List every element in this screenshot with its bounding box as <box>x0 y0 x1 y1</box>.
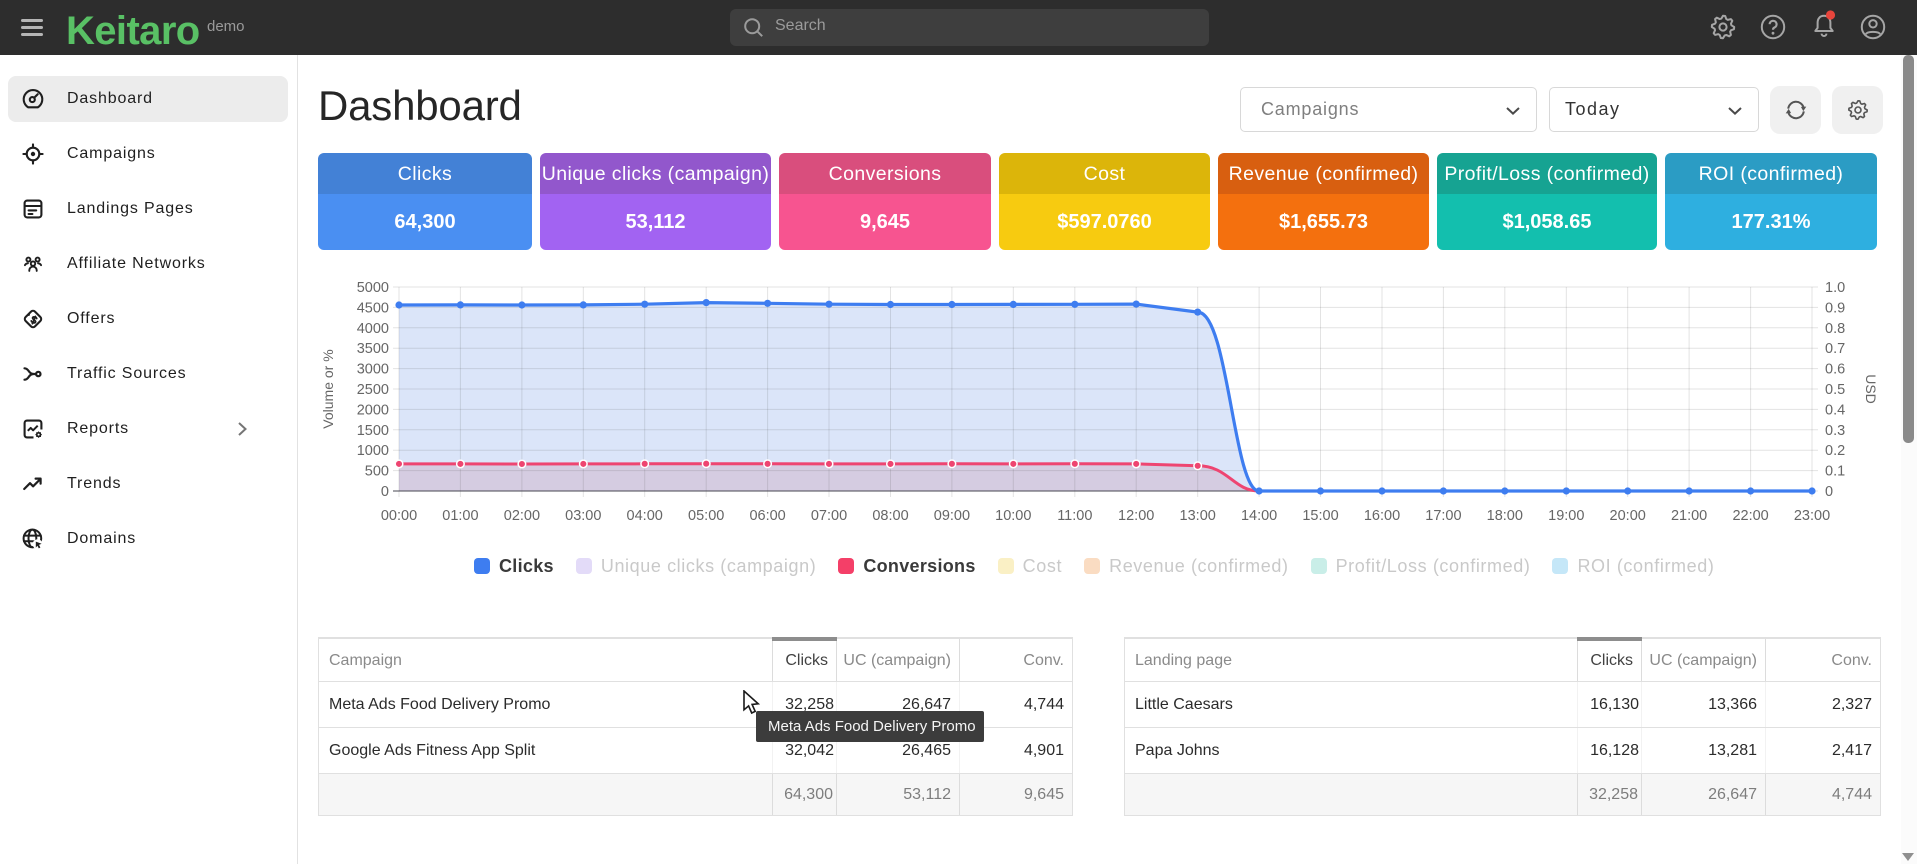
svg-text:20:00: 20:00 <box>1610 508 1646 524</box>
svg-text:08:00: 08:00 <box>872 508 908 524</box>
svg-text:3000: 3000 <box>357 362 389 378</box>
svg-text:04:00: 04:00 <box>627 508 663 524</box>
svg-text:06:00: 06:00 <box>749 508 785 524</box>
svg-text:0: 0 <box>381 484 389 500</box>
svg-text:14:00: 14:00 <box>1241 508 1277 524</box>
svg-text:05:00: 05:00 <box>688 508 724 524</box>
svg-text:0.3: 0.3 <box>1825 423 1845 439</box>
svg-text:01:00: 01:00 <box>442 508 478 524</box>
svg-text:15:00: 15:00 <box>1302 508 1338 524</box>
svg-text:09:00: 09:00 <box>934 508 970 524</box>
svg-text:23:00: 23:00 <box>1794 508 1830 524</box>
svg-text:12:00: 12:00 <box>1118 508 1154 524</box>
svg-text:0.2: 0.2 <box>1825 443 1845 459</box>
svg-text:0.4: 0.4 <box>1825 402 1845 418</box>
svg-text:1500: 1500 <box>357 423 389 439</box>
svg-text:19:00: 19:00 <box>1548 508 1584 524</box>
svg-text:16:00: 16:00 <box>1364 508 1400 524</box>
svg-text:21:00: 21:00 <box>1671 508 1707 524</box>
svg-text:3500: 3500 <box>357 341 389 357</box>
svg-text:USD: USD <box>1863 374 1879 404</box>
svg-text:2500: 2500 <box>357 382 389 398</box>
svg-text:0.1: 0.1 <box>1825 464 1845 480</box>
svg-text:10:00: 10:00 <box>995 508 1031 524</box>
svg-text:03:00: 03:00 <box>565 508 601 524</box>
svg-text:0.8: 0.8 <box>1825 321 1845 337</box>
svg-text:1000: 1000 <box>357 443 389 459</box>
svg-text:4000: 4000 <box>357 321 389 337</box>
svg-text:0.7: 0.7 <box>1825 341 1845 357</box>
svg-text:0.5: 0.5 <box>1825 382 1845 398</box>
svg-text:22:00: 22:00 <box>1732 508 1768 524</box>
svg-text:0.9: 0.9 <box>1825 300 1845 316</box>
svg-text:18:00: 18:00 <box>1487 508 1523 524</box>
svg-text:02:00: 02:00 <box>504 508 540 524</box>
svg-text:2000: 2000 <box>357 402 389 418</box>
svg-text:13:00: 13:00 <box>1180 508 1216 524</box>
svg-text:00:00: 00:00 <box>381 508 417 524</box>
svg-text:500: 500 <box>365 464 389 480</box>
svg-text:11:00: 11:00 <box>1057 508 1092 524</box>
svg-text:17:00: 17:00 <box>1425 508 1461 524</box>
svg-text:07:00: 07:00 <box>811 508 847 524</box>
svg-text:0: 0 <box>1825 484 1833 500</box>
svg-text:1.0: 1.0 <box>1825 280 1845 296</box>
svg-text:5000: 5000 <box>357 280 389 296</box>
svg-text:0.6: 0.6 <box>1825 362 1845 378</box>
svg-text:4500: 4500 <box>357 300 389 316</box>
svg-text:Volume or %: Volume or % <box>320 349 336 428</box>
